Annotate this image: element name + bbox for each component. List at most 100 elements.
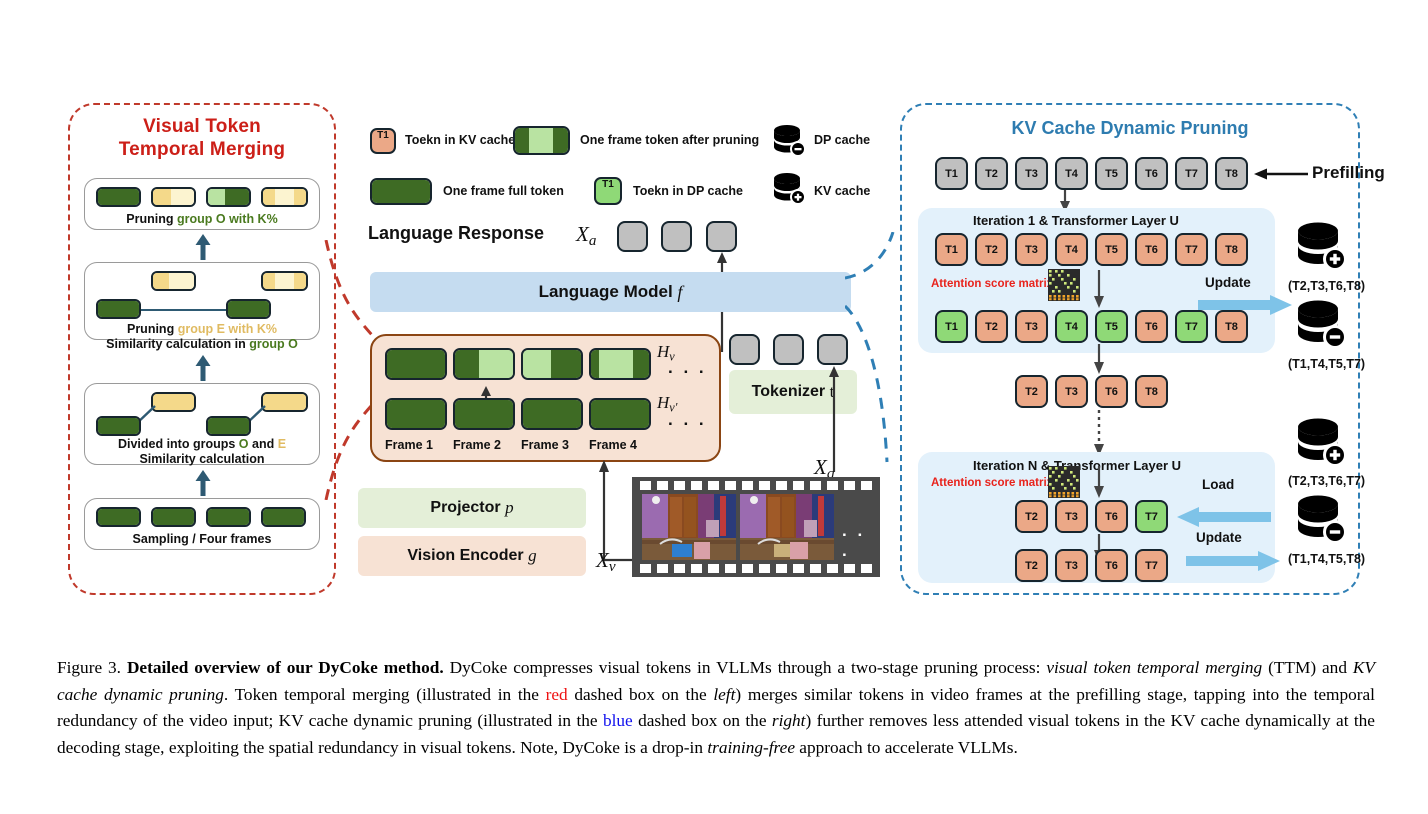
left-panel-title-line1: Visual Token	[143, 116, 261, 137]
hv-token-frame4	[589, 348, 651, 380]
iterN-row1-token-1: T2	[1015, 500, 1048, 533]
dp-cache-icon	[774, 125, 806, 157]
dp-cache-2-label: (T1,T4,T5,T8)	[1288, 552, 1366, 566]
xq-base: X	[814, 455, 827, 479]
hv-token-frame2	[453, 348, 515, 380]
prefilling-label: Prefilling	[1312, 163, 1385, 182]
legend-label-token-dp-cache: Toekn in DP cache	[633, 184, 743, 198]
update-label-2: Update	[1196, 530, 1242, 545]
iter1-row1-token-4: T4	[1055, 233, 1088, 266]
dp-cache-icon-1	[1298, 300, 1347, 349]
legend-icon-frame-token-after-pruning	[513, 126, 570, 155]
hv-ellipsis: . . .	[668, 358, 707, 377]
legend-label-dp-cache: DP cache	[814, 133, 871, 147]
kv-cache-2-label: (T2,T3,T6,T7)	[1288, 474, 1366, 488]
hvp-token-frame4	[589, 398, 651, 430]
token-bar-o-2	[151, 187, 196, 207]
figure-caption: Figure 3. Detailed overview of our DyCok…	[57, 655, 1375, 761]
legend-icon-token-dp-cache: T1	[594, 177, 622, 205]
token-bar-d-3	[96, 416, 141, 436]
similarity-link-e	[140, 309, 230, 312]
legend-label-frame-token-after-pruning: One frame token after pruning	[580, 133, 760, 147]
iter1-row1-token-8: T8	[1215, 233, 1248, 266]
stage-divided-caption-1: Divided into groups O and E	[85, 437, 319, 452]
iterN-row2-token-1: T2	[1015, 549, 1048, 582]
hv-token-frame1	[385, 348, 447, 380]
iter1-row2-token-6: T6	[1135, 310, 1168, 343]
prefill-token-1: T1	[935, 157, 968, 190]
token-bar-s-4	[261, 507, 306, 527]
up-arrow-stage4-to-stage3	[195, 470, 211, 496]
iter1-row2-token-5: T5	[1095, 310, 1128, 343]
language-model-label: Language Model	[538, 282, 673, 301]
legend-label-kv-cache: KV cache	[814, 184, 871, 198]
kv-cache-icon-2	[1298, 418, 1347, 467]
query-token-1	[729, 334, 760, 365]
query-token-3	[817, 334, 848, 365]
hvp-token-frame3	[521, 398, 583, 430]
language-response-label: Language Response	[368, 223, 545, 243]
caption-part-15: training-free	[707, 737, 795, 757]
caption-part-12: dashed box on the	[632, 711, 772, 730]
frame-label-2: Frame 2	[453, 438, 501, 452]
iterN-row2-token-3: T6	[1095, 549, 1128, 582]
token-bar-e-3	[96, 299, 141, 319]
stage-pruning-group-e-caption-1: Pruning group E with K%	[85, 322, 319, 337]
caption-part-0: Figure 3.	[57, 658, 127, 677]
projector-label: Projector	[430, 499, 501, 516]
vision-encoder-label: Vision Encoder	[407, 547, 524, 564]
cap-suffix: with K%	[225, 212, 278, 226]
projector-box: Projector p	[358, 488, 586, 528]
video-ellipsis: . . .	[842, 521, 866, 560]
hvp-ellipsis: . . .	[668, 410, 707, 429]
cap2b-prefix: Similarity calculation in	[106, 337, 250, 351]
iterN-row1-token-2: T3	[1055, 500, 1088, 533]
iter1-row1-token-6: T6	[1135, 233, 1168, 266]
caption-part-16: approach to accelerate VLLMs.	[794, 737, 1018, 757]
xa-sub: a	[588, 233, 597, 250]
response-token-3	[706, 221, 737, 252]
up-arrow-stage3-to-stage2	[195, 355, 211, 381]
caption-part-8: dashed box on the	[567, 684, 714, 704]
cap3-o: O	[238, 437, 249, 451]
token-bar-s-3	[206, 507, 251, 527]
iter1-row2-token-4: T4	[1055, 310, 1088, 343]
caption-part-3: visual token temporal merging	[1046, 658, 1263, 677]
iter1-row3-token-1: T2	[1015, 375, 1048, 408]
legend-label-frame-full-token: One frame full token	[443, 184, 564, 198]
video-frame-1	[642, 494, 736, 560]
token-bar-o-3	[206, 187, 251, 207]
language-model-symbol: f	[677, 281, 683, 302]
kv-cache-1-label: (T2,T3,T6,T8)	[1288, 279, 1366, 293]
xv-symbol: Xv	[596, 548, 616, 576]
language-model-box: Language Model f	[370, 272, 851, 312]
attention-score-matrix-2	[1048, 466, 1080, 498]
arrow-iter1-to-iterN	[1094, 410, 1104, 456]
cap3-and: and	[248, 437, 278, 451]
stage-divided-groups: Divided into groups O and E Similarity c…	[84, 383, 320, 466]
right-panel-title: KV Cache Dynamic Pruning	[1011, 118, 1249, 138]
token-bar-s-1	[96, 507, 141, 527]
iter1-row3-token-3: T6	[1095, 375, 1128, 408]
hv-token-frame3	[521, 348, 583, 380]
legend-icon-token-kv-cache: T1	[370, 128, 396, 154]
cap-prefix: Pruning	[126, 212, 177, 226]
update-arrow-1	[1198, 295, 1292, 315]
cap2-prefix: Pruning	[126, 322, 178, 336]
video-strip: . . .	[632, 477, 880, 577]
token-bar-d-4	[206, 416, 251, 436]
caption-part-6: . Token temporal merging (illustrated in…	[223, 684, 546, 704]
legend-chip-text-0: T1	[377, 130, 389, 141]
prefill-token-6: T6	[1135, 157, 1168, 190]
stage-pruning-group-o: Pruning group O with K%	[84, 178, 320, 230]
hvp-token-frame2	[453, 398, 515, 430]
token-bar-o-4	[261, 187, 308, 207]
iter1-row1-token-1: T1	[935, 233, 968, 266]
iter1-row2-token-2: T2	[975, 310, 1008, 343]
caption-part-4: (TTM) and	[1262, 658, 1353, 677]
stage-sampling: Sampling / Four frames	[84, 498, 320, 550]
iter1-row1-token-7: T7	[1175, 233, 1208, 266]
cap3-prefix: Divided into groups	[117, 437, 239, 451]
frame-label-1: Frame 1	[385, 438, 433, 452]
caption-part-7: red	[545, 684, 568, 704]
